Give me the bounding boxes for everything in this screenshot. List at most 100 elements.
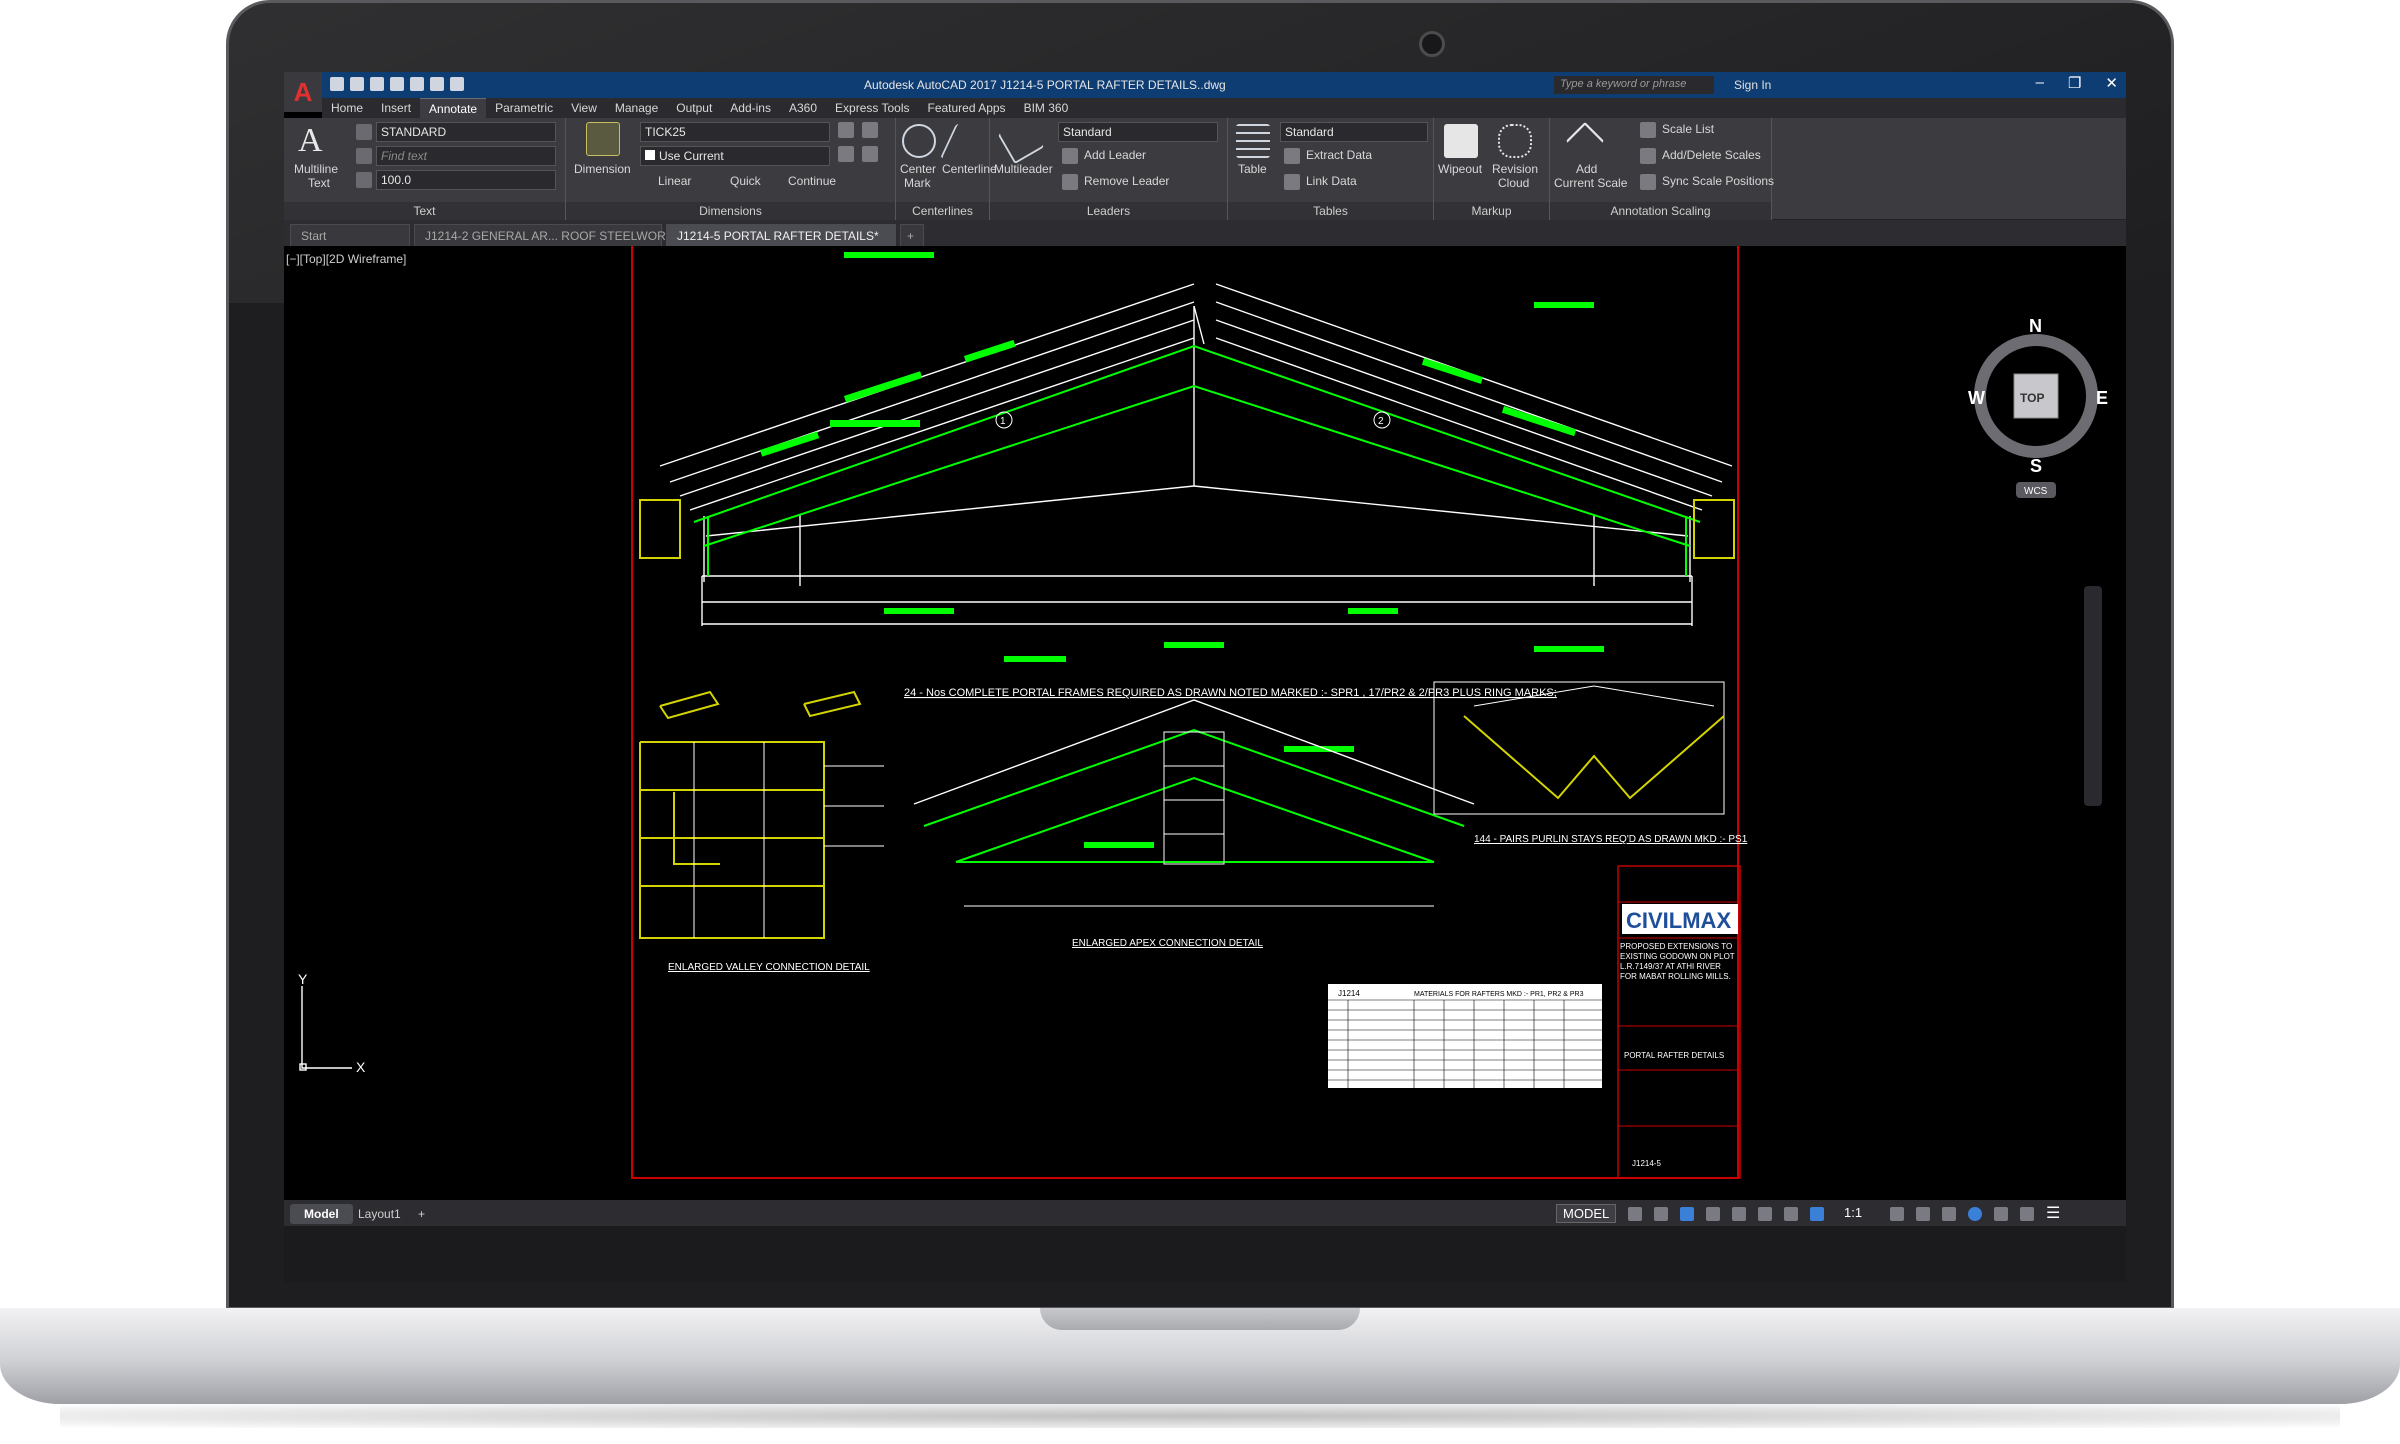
revision-cloud-label-2[interactable]: Cloud: [1498, 176, 1529, 190]
new-icon[interactable]: [330, 77, 344, 91]
viewcube-east[interactable]: E: [2096, 388, 2108, 408]
wipeout-icon[interactable]: [1444, 124, 1478, 158]
find-text-input[interactable]: Find text: [376, 146, 556, 166]
tab-view[interactable]: View: [562, 98, 606, 118]
markup-panel-label[interactable]: Markup: [1434, 202, 1549, 220]
linear-button[interactable]: Linear: [658, 174, 691, 188]
tab-insert[interactable]: Insert: [372, 98, 420, 118]
polar-icon[interactable]: [1706, 1207, 1720, 1221]
annotation-scale[interactable]: 1:1: [1844, 1205, 1862, 1220]
add-current-scale-icon[interactable]: [1565, 121, 1605, 161]
tab-layout1[interactable]: Layout1: [344, 1204, 415, 1224]
viewcube-south[interactable]: S: [2030, 456, 2042, 476]
print-icon[interactable]: [410, 77, 424, 91]
remove-leader-button[interactable]: Remove Leader: [1084, 174, 1169, 188]
annotation-visibility-icon[interactable]: [1810, 1207, 1824, 1221]
annotation-scaling-panel-label[interactable]: Annotation Scaling: [1550, 202, 1771, 220]
viewcube[interactable]: TOP N S E W WCS: [1968, 316, 2108, 498]
file-tab-start[interactable]: Start: [290, 224, 410, 246]
snap-icon[interactable]: [1654, 1207, 1668, 1221]
sync-scale-positions-button[interactable]: Sync Scale Positions: [1662, 174, 1774, 188]
viewcube-north[interactable]: N: [2029, 316, 2042, 336]
clean-screen-icon[interactable]: [2020, 1207, 2034, 1221]
viewcube-top-face[interactable]: TOP: [2020, 391, 2044, 405]
lineweight-icon[interactable]: [1784, 1207, 1798, 1221]
leader-style-select[interactable]: Standard: [1058, 122, 1218, 142]
application-menu-button[interactable]: A: [284, 72, 322, 112]
workspace-gear-icon[interactable]: [1890, 1207, 1904, 1221]
text-panel-label[interactable]: Text: [284, 202, 565, 220]
table-style-select[interactable]: Standard: [1280, 122, 1428, 142]
dim-tool-icon[interactable]: [862, 146, 878, 162]
tab-express-tools[interactable]: Express Tools: [826, 98, 918, 118]
annotation-monitor-icon[interactable]: [1916, 1207, 1930, 1221]
center-mark-label[interactable]: Center: [900, 162, 936, 176]
dimension-style-select[interactable]: TICK25: [640, 122, 830, 142]
multiline-text-icon[interactable]: A: [298, 124, 332, 158]
sign-in-button[interactable]: Sign In: [1734, 78, 1771, 92]
center-mark-icon[interactable]: [902, 124, 936, 158]
table-label[interactable]: Table: [1238, 162, 1267, 176]
save-as-icon[interactable]: [390, 77, 404, 91]
tab-output[interactable]: Output: [667, 98, 721, 118]
save-icon[interactable]: [370, 77, 384, 91]
minimize-icon[interactable]: –: [2036, 74, 2044, 92]
multiline-text-label[interactable]: Multiline: [294, 162, 338, 176]
drawing-area[interactable]: [−][Top][2D Wireframe] 1 2 24 - Nos COMP…: [284, 246, 2126, 1200]
object-tracking-icon[interactable]: [1758, 1207, 1772, 1221]
tab-home[interactable]: Home: [322, 98, 372, 118]
tables-panel-label[interactable]: Tables: [1228, 202, 1433, 220]
dimensions-panel-label[interactable]: Dimensions: [566, 202, 895, 220]
tab-manage[interactable]: Manage: [606, 98, 667, 118]
dimension-button-label[interactable]: Dimension: [574, 162, 631, 176]
osnap-icon[interactable]: [1732, 1207, 1746, 1221]
add-delete-scales-button[interactable]: Add/Delete Scales: [1662, 148, 1761, 162]
center-mark-label-2[interactable]: Mark: [904, 176, 931, 190]
add-current-scale-label-2[interactable]: Current Scale: [1554, 176, 1627, 190]
wcs-menu[interactable]: WCS: [2024, 486, 2048, 497]
text-height-input[interactable]: 100.0: [376, 170, 556, 190]
revision-cloud-label[interactable]: Revision: [1492, 162, 1538, 176]
dim-tool-icon[interactable]: [862, 122, 878, 138]
dimension-icon[interactable]: [586, 122, 620, 156]
tab-a360[interactable]: A360: [780, 98, 826, 118]
table-icon[interactable]: [1236, 124, 1270, 158]
multileader-icon[interactable]: [997, 117, 1045, 165]
centerline-label[interactable]: Centerline: [942, 162, 997, 176]
quick-button[interactable]: Quick: [730, 174, 761, 188]
open-icon[interactable]: [350, 77, 364, 91]
restore-icon[interactable]: ❐: [2068, 74, 2081, 92]
revision-cloud-icon[interactable]: [1498, 124, 1532, 158]
text-style-select[interactable]: STANDARD: [376, 122, 556, 142]
add-layout-button[interactable]: +: [412, 1204, 431, 1224]
dimension-layer-select[interactable]: Use Current: [640, 146, 830, 166]
multiline-text-label-2[interactable]: Text: [308, 176, 330, 190]
hardware-acceleration-icon[interactable]: [1994, 1207, 2008, 1221]
new-tab-button[interactable]: +: [900, 224, 924, 246]
customization-menu-icon[interactable]: ☰: [2046, 1203, 2060, 1223]
undo-icon[interactable]: [430, 77, 444, 91]
tab-add-ins[interactable]: Add-ins: [721, 98, 780, 118]
navigation-bar[interactable]: [2084, 586, 2102, 806]
extract-data-button[interactable]: Extract Data: [1306, 148, 1372, 162]
close-icon[interactable]: ✕: [2105, 74, 2118, 92]
dim-tool-icon[interactable]: [838, 146, 854, 162]
centerline-icon[interactable]: [940, 124, 990, 158]
multileader-label[interactable]: Multileader: [994, 162, 1053, 176]
link-data-button[interactable]: Link Data: [1306, 174, 1357, 188]
tab-annotate[interactable]: Annotate: [420, 98, 487, 118]
file-tab-general-arrangement[interactable]: J1214-2 GENERAL AR... ROOF STEELWORK*: [414, 224, 678, 246]
tab-parametric[interactable]: Parametric: [486, 98, 562, 118]
scale-list-button[interactable]: Scale List: [1662, 122, 1714, 136]
leaders-panel-label[interactable]: Leaders: [990, 202, 1227, 220]
add-current-scale-label[interactable]: Add: [1576, 162, 1597, 176]
redo-icon[interactable]: [450, 77, 464, 91]
viewcube-west[interactable]: W: [1968, 388, 1985, 408]
tab-bim-360[interactable]: BIM 360: [1015, 98, 1078, 118]
units-icon[interactable]: [1942, 1207, 1956, 1221]
file-tab-portal-rafter[interactable]: J1214-5 PORTAL RAFTER DETAILS*: [666, 224, 896, 246]
grid-icon[interactable]: [1628, 1207, 1642, 1221]
centerlines-panel-label[interactable]: Centerlines: [896, 202, 989, 220]
dim-tool-icon[interactable]: [838, 122, 854, 138]
help-search-input[interactable]: Type a keyword or phrase: [1554, 76, 1714, 94]
